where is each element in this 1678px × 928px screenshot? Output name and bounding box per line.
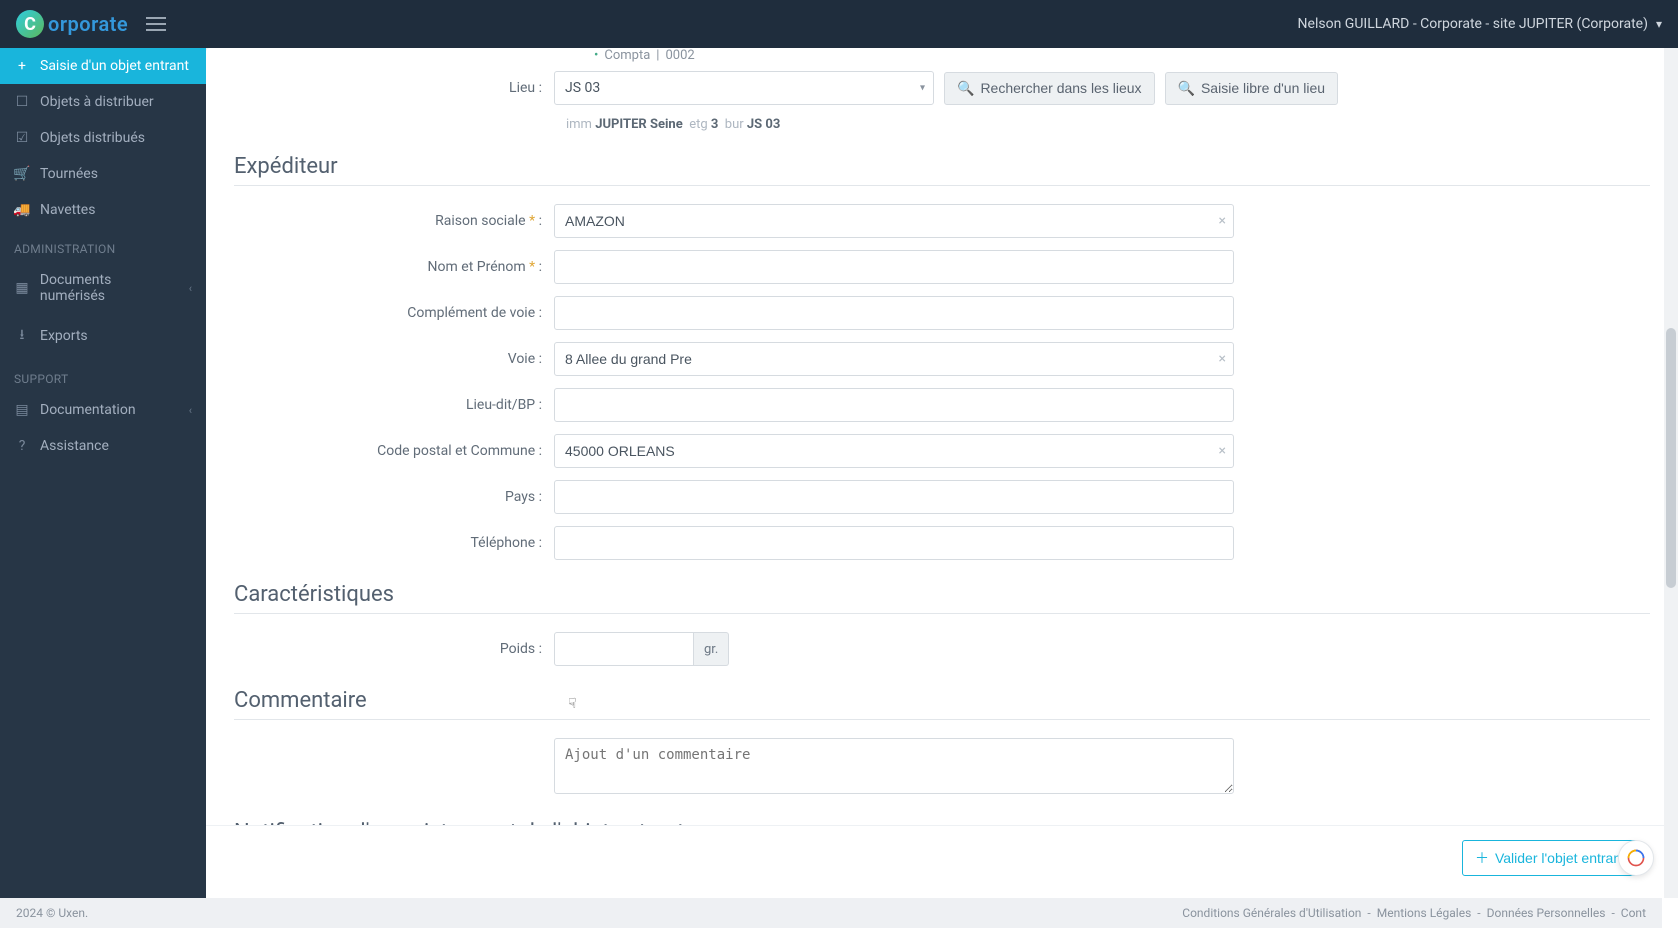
help-fab-icon bbox=[1626, 848, 1646, 868]
scrollbar[interactable] bbox=[1664, 48, 1678, 898]
sidebar-item-saisie-entrant[interactable]: + Saisie d'un objet entrant bbox=[0, 48, 206, 84]
bullet-icon: • bbox=[594, 48, 598, 63]
sidebar-item-documentation[interactable]: ▤ Documentation ‹ bbox=[0, 392, 206, 428]
sidebar-item-a-distribuer[interactable]: ☐ Objets à distribuer bbox=[0, 84, 206, 120]
logo[interactable]: C orporate bbox=[16, 10, 128, 38]
search-lieux-label: Rechercher dans les lieux bbox=[980, 80, 1141, 96]
sidebar-item-label: Objets distribués bbox=[40, 130, 145, 146]
caret-down-icon: ▾ bbox=[920, 83, 925, 94]
user-context-menu[interactable]: Nelson GUILLARD - Corporate - site JUPIT… bbox=[1298, 16, 1662, 32]
chevron-left-icon: ‹ bbox=[189, 282, 192, 295]
nomprenom-label: Nom et Prénom * : bbox=[234, 259, 554, 275]
sidebar-item-label: Exports bbox=[40, 328, 88, 344]
footer-link-cgu[interactable]: Conditions Générales d'Utilisation bbox=[1182, 906, 1361, 920]
raison-input[interactable] bbox=[554, 204, 1234, 238]
pays-label: Pays : bbox=[234, 489, 554, 505]
logo-icon: C bbox=[16, 10, 44, 38]
sidebar-item-tournees[interactable]: 🛒 Tournées bbox=[0, 156, 206, 192]
footer-link-mentions[interactable]: Mentions Légales bbox=[1377, 906, 1472, 920]
valider-button[interactable]: ＋ Valider l'objet entrant bbox=[1462, 840, 1638, 876]
scrollbar-thumb[interactable] bbox=[1666, 328, 1676, 588]
nomprenom-input[interactable] bbox=[554, 250, 1234, 284]
voie-input[interactable] bbox=[554, 342, 1234, 376]
voie-label: Voie : bbox=[234, 351, 554, 367]
lieudit-label: Lieu-dit/BP : bbox=[234, 397, 554, 413]
clear-icon[interactable]: × bbox=[1219, 352, 1226, 366]
sidebar-item-assistance[interactable]: ? Assistance bbox=[0, 428, 206, 464]
grid-icon: ▦ bbox=[14, 280, 30, 296]
tel-input[interactable] bbox=[554, 526, 1234, 560]
main-panel: • Compta | 0002 Lieu : JS 03 ▾ 🔍 Recherc… bbox=[206, 48, 1678, 928]
footer-link-contact[interactable]: Cont bbox=[1621, 906, 1646, 920]
cart-icon: 🛒 bbox=[14, 166, 30, 182]
lieu-value: JS 03 bbox=[565, 80, 600, 96]
valider-label: Valider l'objet entrant bbox=[1495, 850, 1625, 866]
action-bar: ＋ Valider l'objet entrant bbox=[206, 825, 1678, 890]
sidebar-item-label: Objets à distribuer bbox=[40, 94, 154, 110]
clear-icon[interactable]: × bbox=[1219, 444, 1226, 458]
search-lieux-button[interactable]: 🔍 Rechercher dans les lieux bbox=[944, 72, 1155, 105]
plus-icon: + bbox=[14, 58, 30, 74]
poids-input[interactable] bbox=[554, 632, 694, 666]
complement-label: Complément de voie : bbox=[234, 305, 554, 321]
help-fab[interactable] bbox=[1618, 840, 1654, 876]
sidebar-item-label: Documentation bbox=[40, 402, 136, 418]
cpcommune-input[interactable] bbox=[554, 434, 1234, 468]
comment-textarea[interactable] bbox=[554, 738, 1234, 794]
sidebar-item-distribues[interactable]: ☑ Objets distribués bbox=[0, 120, 206, 156]
chevron-down-icon: ▾ bbox=[1656, 17, 1662, 31]
lieu-label: Lieu : bbox=[234, 80, 554, 96]
tel-label: Téléphone : bbox=[234, 535, 554, 551]
cpcommune-label: Code postal et Commune : bbox=[234, 443, 554, 459]
footer-link-donnees[interactable]: Données Personnelles bbox=[1487, 906, 1606, 920]
pays-input[interactable] bbox=[554, 480, 1234, 514]
footer-copyright: 2024 © Uxen. bbox=[0, 898, 206, 928]
sidebar-item-documents[interactable]: ▦ Documents numérisés ‹ bbox=[0, 262, 206, 314]
sidebar-item-label: Saisie d'un objet entrant bbox=[40, 58, 189, 74]
sidebar-item-navettes[interactable]: 🚚 Navettes bbox=[0, 192, 206, 228]
book-icon: ▤ bbox=[14, 402, 30, 418]
plus-icon: ＋ bbox=[1475, 848, 1489, 868]
divider bbox=[234, 185, 1650, 186]
search-icon: 🔍 bbox=[1178, 80, 1195, 97]
sidebar-item-label: Assistance bbox=[40, 438, 109, 454]
complement-input[interactable] bbox=[554, 296, 1234, 330]
truck-icon: 🚚 bbox=[14, 202, 30, 218]
saisie-libre-label: Saisie libre d'un lieu bbox=[1201, 80, 1325, 96]
divider bbox=[234, 719, 1650, 720]
sidebar-item-exports[interactable]: ⭳ Exports bbox=[0, 314, 206, 358]
section-caracteristiques: Caractéristiques bbox=[234, 582, 1650, 607]
box-check-icon: ☑ bbox=[14, 130, 30, 146]
section-expediteur: Expéditeur bbox=[234, 154, 1650, 179]
compta-line: • Compta | 0002 bbox=[594, 48, 1650, 63]
clear-icon[interactable]: × bbox=[1219, 214, 1226, 228]
sidebar-section-admin: ADMINISTRATION bbox=[0, 228, 206, 262]
user-context-label: Nelson GUILLARD - Corporate - site JUPIT… bbox=[1298, 16, 1648, 32]
section-commentaire: Commentaire bbox=[234, 688, 1650, 713]
sidebar-section-support: SUPPORT bbox=[0, 358, 206, 392]
box-open-icon: ☐ bbox=[14, 94, 30, 110]
sidebar-item-label: Navettes bbox=[40, 202, 95, 218]
poids-label: Poids : bbox=[234, 641, 554, 657]
sidebar-item-label: Tournées bbox=[40, 166, 98, 182]
menu-toggle-icon[interactable] bbox=[146, 17, 166, 31]
footer-links: Conditions Générales d'Utilisation- Ment… bbox=[206, 898, 1662, 928]
lieu-path: imm JUPITER Seine etg 3 bur JS 03 bbox=[566, 117, 1650, 132]
sidebar-item-label: Documents numérisés bbox=[40, 272, 179, 304]
poids-unit: gr. bbox=[694, 632, 729, 666]
lieudit-input[interactable] bbox=[554, 388, 1234, 422]
saisie-libre-button[interactable]: 🔍 Saisie libre d'un lieu bbox=[1165, 72, 1339, 105]
logo-text: orporate bbox=[48, 12, 128, 36]
search-icon: 🔍 bbox=[957, 80, 974, 97]
divider bbox=[234, 613, 1650, 614]
raison-label: Raison sociale * : bbox=[234, 213, 554, 229]
help-icon: ? bbox=[14, 438, 30, 454]
lieu-select[interactable]: JS 03 ▾ bbox=[554, 71, 934, 105]
sidebar: + Saisie d'un objet entrant ☐ Objets à d… bbox=[0, 48, 206, 928]
download-icon: ⭳ bbox=[14, 324, 30, 348]
topbar: C orporate Nelson GUILLARD - Corporate -… bbox=[0, 0, 1678, 48]
chevron-left-icon: ‹ bbox=[189, 404, 192, 417]
